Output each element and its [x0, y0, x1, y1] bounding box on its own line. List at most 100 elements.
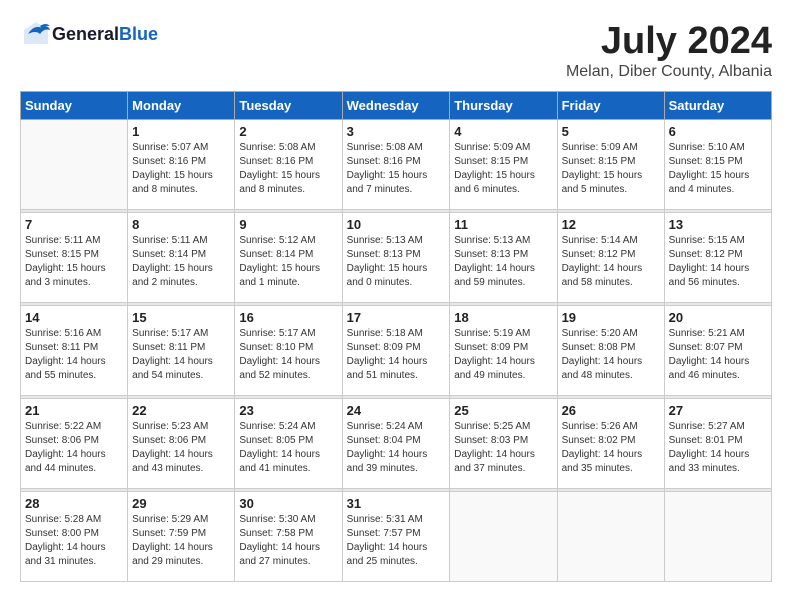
- day-number: 30: [239, 496, 337, 511]
- day-info: Sunrise: 5:28 AMSunset: 8:00 PMDaylight:…: [25, 513, 123, 569]
- day-number: 27: [669, 403, 767, 418]
- day-info: Sunrise: 5:17 AMSunset: 8:10 PMDaylight:…: [239, 327, 337, 383]
- table-row: 5 Sunrise: 5:09 AMSunset: 8:15 PMDaylight…: [557, 120, 664, 210]
- table-row: 19 Sunrise: 5:20 AMSunset: 8:08 PMDayligh…: [557, 306, 664, 396]
- day-info: Sunrise: 5:13 AMSunset: 8:13 PMDaylight:…: [454, 234, 552, 290]
- day-number: 13: [669, 217, 767, 232]
- table-row: 7 Sunrise: 5:11 AMSunset: 8:15 PMDaylight…: [21, 213, 128, 303]
- day-info: Sunrise: 5:24 AMSunset: 8:05 PMDaylight:…: [239, 420, 337, 476]
- table-row: 9 Sunrise: 5:12 AMSunset: 8:14 PMDaylight…: [235, 213, 342, 303]
- table-row: [21, 120, 128, 210]
- logo: GeneralBlue: [20, 20, 158, 48]
- day-info: Sunrise: 5:12 AMSunset: 8:14 PMDaylight:…: [239, 234, 337, 290]
- day-number: 23: [239, 403, 337, 418]
- day-number: 28: [25, 496, 123, 511]
- week-row-1: 1 Sunrise: 5:07 AMSunset: 8:16 PMDaylight…: [21, 120, 772, 210]
- day-number: 9: [239, 217, 337, 232]
- day-number: 6: [669, 124, 767, 139]
- day-info: Sunrise: 5:27 AMSunset: 8:01 PMDaylight:…: [669, 420, 767, 476]
- day-number: 7: [25, 217, 123, 232]
- day-number: 14: [25, 310, 123, 325]
- logo-icon: [20, 20, 52, 48]
- table-row: 31Sunrise: 5:31 AMSunset: 7:57 PMDayligh…: [342, 492, 450, 582]
- table-row: 22 Sunrise: 5:23 AMSunset: 8:06 PMDayligh…: [128, 399, 235, 489]
- day-info: Sunrise: 5:10 AMSunset: 8:15 PMDaylight:…: [669, 141, 767, 197]
- day-number: 2: [239, 124, 337, 139]
- day-info: Sunrise: 5:25 AMSunset: 8:03 PMDaylight:…: [454, 420, 552, 476]
- table-row: 3 Sunrise: 5:08 AMSunset: 8:16 PMDaylight…: [342, 120, 450, 210]
- day-number: 24: [347, 403, 446, 418]
- day-number: 4: [454, 124, 552, 139]
- month-year-title: July 2024: [566, 20, 772, 63]
- week-row-2: 7 Sunrise: 5:11 AMSunset: 8:15 PMDaylight…: [21, 213, 772, 303]
- header-friday: Friday: [557, 92, 664, 120]
- day-info: Sunrise: 5:16 AMSunset: 8:11 PMDaylight:…: [25, 327, 123, 383]
- day-info: Sunrise: 5:23 AMSunset: 8:06 PMDaylight:…: [132, 420, 230, 476]
- day-info: Sunrise: 5:18 AMSunset: 8:09 PMDaylight:…: [347, 327, 446, 383]
- table-row: 26 Sunrise: 5:26 AMSunset: 8:02 PMDayligh…: [557, 399, 664, 489]
- table-row: 21Sunrise: 5:22 AMSunset: 8:06 PMDayligh…: [21, 399, 128, 489]
- day-info: Sunrise: 5:09 AMSunset: 8:15 PMDaylight:…: [454, 141, 552, 197]
- day-number: 26: [562, 403, 660, 418]
- week-row-3: 14 Sunrise: 5:16 AMSunset: 8:11 PMDayligh…: [21, 306, 772, 396]
- table-row: 16 Sunrise: 5:17 AMSunset: 8:10 PMDayligh…: [235, 306, 342, 396]
- day-number: 17: [347, 310, 446, 325]
- table-row: 29Sunrise: 5:29 AMSunset: 7:59 PMDayligh…: [128, 492, 235, 582]
- day-info: Sunrise: 5:08 AMSunset: 8:16 PMDaylight:…: [347, 141, 446, 197]
- table-row: 28 Sunrise: 5:28 AMSunset: 8:00 PMDayligh…: [21, 492, 128, 582]
- table-row: [450, 492, 557, 582]
- day-number: 12: [562, 217, 660, 232]
- table-row: 23 Sunrise: 5:24 AMSunset: 8:05 PMDayligh…: [235, 399, 342, 489]
- table-row: 4 Sunrise: 5:09 AMSunset: 8:15 PMDaylight…: [450, 120, 557, 210]
- table-row: 12 Sunrise: 5:14 AMSunset: 8:12 PMDayligh…: [557, 213, 664, 303]
- table-row: 11Sunrise: 5:13 AMSunset: 8:13 PMDayligh…: [450, 213, 557, 303]
- table-row: 14 Sunrise: 5:16 AMSunset: 8:11 PMDayligh…: [21, 306, 128, 396]
- day-info: Sunrise: 5:26 AMSunset: 8:02 PMDaylight:…: [562, 420, 660, 476]
- day-info: Sunrise: 5:14 AMSunset: 8:12 PMDaylight:…: [562, 234, 660, 290]
- day-number: 19: [562, 310, 660, 325]
- table-row: 18Sunrise: 5:19 AMSunset: 8:09 PMDayligh…: [450, 306, 557, 396]
- day-info: Sunrise: 5:22 AMSunset: 8:06 PMDaylight:…: [25, 420, 123, 476]
- page-header: GeneralBlue July 2024 Melan, Diber Count…: [20, 20, 772, 81]
- day-info: Sunrise: 5:20 AMSunset: 8:08 PMDaylight:…: [562, 327, 660, 383]
- day-info: Sunrise: 5:13 AMSunset: 8:13 PMDaylight:…: [347, 234, 446, 290]
- day-number: 16: [239, 310, 337, 325]
- day-info: Sunrise: 5:08 AMSunset: 8:16 PMDaylight:…: [239, 141, 337, 197]
- day-number: 10: [347, 217, 446, 232]
- day-number: 18: [454, 310, 552, 325]
- day-number: 5: [562, 124, 660, 139]
- logo-blue: Blue: [119, 24, 158, 44]
- table-row: 15Sunrise: 5:17 AMSunset: 8:11 PMDayligh…: [128, 306, 235, 396]
- day-info: Sunrise: 5:31 AMSunset: 7:57 PMDaylight:…: [347, 513, 446, 569]
- day-info: Sunrise: 5:09 AMSunset: 8:15 PMDaylight:…: [562, 141, 660, 197]
- day-number: 3: [347, 124, 446, 139]
- table-row: 25 Sunrise: 5:25 AMSunset: 8:03 PMDayligh…: [450, 399, 557, 489]
- table-row: 30Sunrise: 5:30 AMSunset: 7:58 PMDayligh…: [235, 492, 342, 582]
- header-wednesday: Wednesday: [342, 92, 450, 120]
- header-tuesday: Tuesday: [235, 92, 342, 120]
- calendar-table: Sunday Monday Tuesday Wednesday Thursday…: [20, 91, 772, 582]
- day-info: Sunrise: 5:07 AMSunset: 8:16 PMDaylight:…: [132, 141, 230, 197]
- day-number: 1: [132, 124, 230, 139]
- table-row: 10 Sunrise: 5:13 AMSunset: 8:13 PMDayligh…: [342, 213, 450, 303]
- table-row: 6 Sunrise: 5:10 AMSunset: 8:15 PMDaylight…: [664, 120, 771, 210]
- week-row-4: 21Sunrise: 5:22 AMSunset: 8:06 PMDayligh…: [21, 399, 772, 489]
- table-row: 24 Sunrise: 5:24 AMSunset: 8:04 PMDayligh…: [342, 399, 450, 489]
- day-info: Sunrise: 5:15 AMSunset: 8:12 PMDaylight:…: [669, 234, 767, 290]
- header-sunday: Sunday: [21, 92, 128, 120]
- header-thursday: Thursday: [450, 92, 557, 120]
- table-row: [557, 492, 664, 582]
- day-number: 8: [132, 217, 230, 232]
- location-subtitle: Melan, Diber County, Albania: [566, 63, 772, 81]
- header-saturday: Saturday: [664, 92, 771, 120]
- day-info: Sunrise: 5:11 AMSunset: 8:15 PMDaylight:…: [25, 234, 123, 290]
- table-row: 8 Sunrise: 5:11 AMSunset: 8:14 PMDaylight…: [128, 213, 235, 303]
- table-row: [664, 492, 771, 582]
- day-info: Sunrise: 5:29 AMSunset: 7:59 PMDaylight:…: [132, 513, 230, 569]
- table-row: 17 Sunrise: 5:18 AMSunset: 8:09 PMDayligh…: [342, 306, 450, 396]
- day-info: Sunrise: 5:24 AMSunset: 8:04 PMDaylight:…: [347, 420, 446, 476]
- day-number: 22: [132, 403, 230, 418]
- day-number: 15: [132, 310, 230, 325]
- day-number: 25: [454, 403, 552, 418]
- day-info: Sunrise: 5:11 AMSunset: 8:14 PMDaylight:…: [132, 234, 230, 290]
